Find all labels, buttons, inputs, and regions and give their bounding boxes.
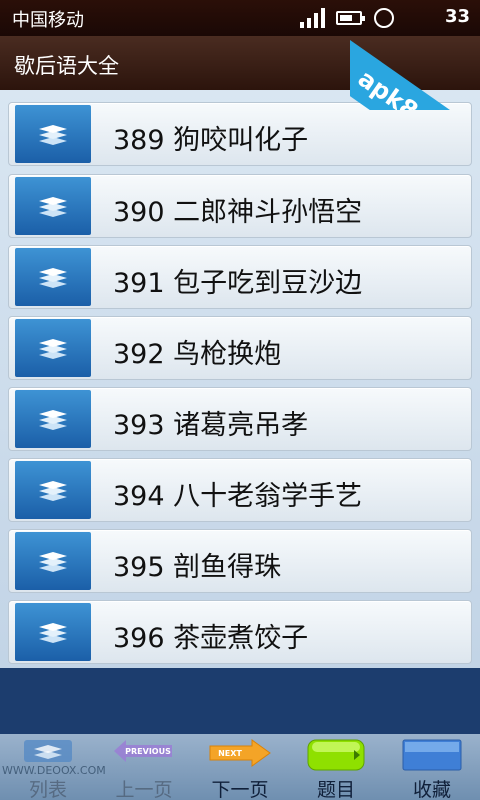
favorites-icon xyxy=(401,738,463,776)
next-page-label: 下一页 xyxy=(211,779,269,800)
stack-icon xyxy=(15,532,91,590)
list-item[interactable]: 396 茶壶煮饺子 xyxy=(8,600,472,664)
previous-page-button[interactable]: PREVIOUS 上一页 xyxy=(96,734,192,800)
list-item[interactable]: 394 八十老翁学手艺 xyxy=(8,458,472,522)
topic-button[interactable]: 题目 xyxy=(288,734,384,800)
list-item[interactable]: 395 剖鱼得珠 xyxy=(8,529,472,593)
topic-label: 题目 xyxy=(316,779,355,800)
list-item-label: 390 二郎神斗孙悟空 xyxy=(113,197,363,228)
next-page-button[interactable]: NEXT 下一页 xyxy=(192,734,288,800)
stack-icon xyxy=(15,603,91,661)
watermark-ribbon: apk8.com xyxy=(350,0,480,110)
list-item-label: 389 狗咬叫化子 xyxy=(113,125,309,156)
stack-icon xyxy=(15,248,91,306)
stack-icon xyxy=(15,461,91,519)
previous-arrow-icon: PREVIOUS xyxy=(112,738,176,768)
stack-icon xyxy=(15,177,91,235)
previous-icon-text: PREVIOUS xyxy=(125,747,171,756)
list-item-label: 395 剖鱼得珠 xyxy=(113,552,282,583)
next-arrow-icon: NEXT xyxy=(208,738,272,772)
list-item[interactable]: 391 包子吃到豆沙边 xyxy=(8,245,472,309)
green-pill-icon xyxy=(306,738,366,776)
stack-icon xyxy=(15,105,91,163)
next-icon-text: NEXT xyxy=(218,749,242,758)
list-item[interactable]: 392 鸟枪换炮 xyxy=(8,316,472,380)
carrier-name: 中国移动 xyxy=(12,10,84,31)
favorites-button[interactable]: 收藏 xyxy=(384,734,480,800)
signal-icon xyxy=(300,8,326,28)
stack-icon xyxy=(15,390,91,448)
list-button[interactable]: WWW.DEOOX.COM 列表 xyxy=(0,734,106,800)
list-footer-panel xyxy=(0,668,480,734)
list-item-label: 394 八十老翁学手艺 xyxy=(113,481,363,512)
list-item[interactable]: 390 二郎神斗孙悟空 xyxy=(8,174,472,238)
watermark-text: apk8.com xyxy=(350,40,480,110)
favorites-label: 收藏 xyxy=(412,779,451,800)
bottom-toolbar: WWW.DEOOX.COM 列表 PREVIOUS 上一页 NEXT 下一页 题… xyxy=(0,734,480,800)
idiom-list: 389 狗咬叫化子 390 二郎神斗孙悟空 391 包子吃到豆沙边 392 鸟枪… xyxy=(0,90,480,668)
list-item[interactable]: 389 狗咬叫化子 xyxy=(8,102,472,166)
list-item-label: 393 诸葛亮吊孝 xyxy=(113,410,309,441)
list-item-label: 391 包子吃到豆沙边 xyxy=(113,268,363,299)
previous-page-label: 上一页 xyxy=(115,779,173,800)
list-item[interactable]: 393 诸葛亮吊孝 xyxy=(8,387,472,451)
list-item-label: 392 鸟枪换炮 xyxy=(113,339,282,370)
stack-icon xyxy=(15,319,91,377)
page-title: 歇后语大全 xyxy=(14,54,119,78)
list-button-label: 列表 xyxy=(28,779,67,800)
list-item-label: 396 茶壶煮饺子 xyxy=(113,623,309,654)
